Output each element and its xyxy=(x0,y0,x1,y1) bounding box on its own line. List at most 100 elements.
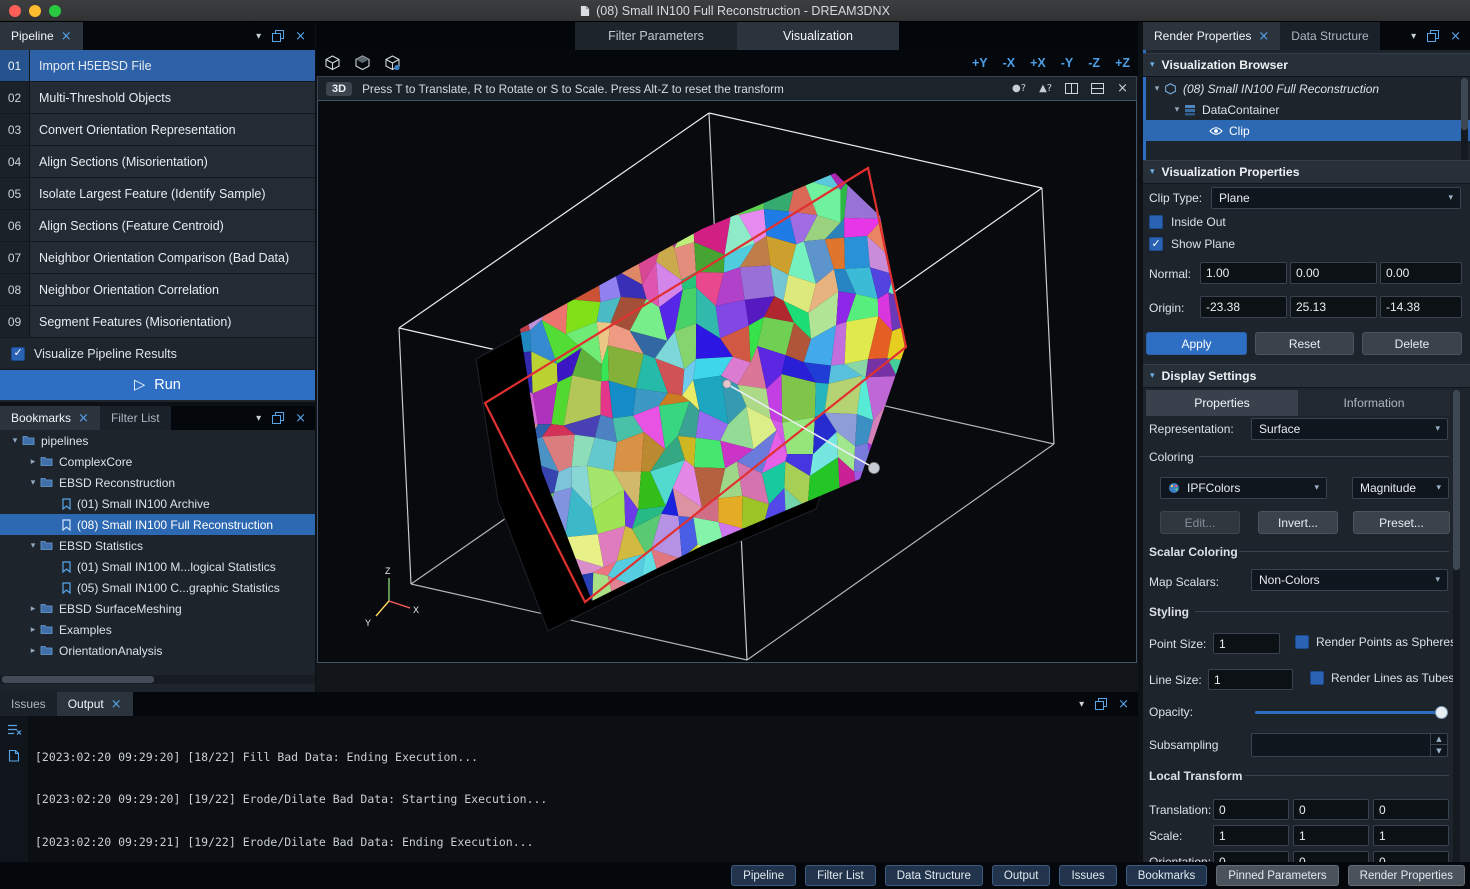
slider-thumb[interactable] xyxy=(1435,706,1448,719)
delete-button[interactable]: Delete xyxy=(1362,332,1462,355)
display-settings-scrollbar[interactable] xyxy=(1453,390,1460,862)
chevron-right-icon[interactable]: ▸ xyxy=(26,646,40,656)
chevron-right-icon[interactable]: ▸ xyxy=(26,457,40,467)
camera-projection-cube-icon[interactable] xyxy=(384,55,401,71)
undock-panel-icon[interactable] xyxy=(1095,698,1107,710)
split-vertical-icon[interactable] xyxy=(1065,83,1078,94)
axis-minus-z-button[interactable]: -Z xyxy=(1088,56,1100,70)
line-size-input[interactable] xyxy=(1208,669,1293,690)
undock-panel-icon[interactable] xyxy=(272,30,284,42)
clear-output-icon[interactable] xyxy=(7,723,22,736)
origin-z-input[interactable] xyxy=(1380,296,1462,318)
chevron-right-icon[interactable]: ▸ xyxy=(26,625,40,635)
tree-item-small-in100-archive[interactable]: (01) Small IN100 Archive xyxy=(0,493,315,514)
chevron-down-icon[interactable]: ▾ xyxy=(26,541,40,551)
show-plane-checkbox[interactable] xyxy=(1149,237,1163,251)
orientation-y-input[interactable] xyxy=(1293,851,1369,862)
translation-x-input[interactable] xyxy=(1213,799,1289,820)
pipeline-step[interactable]: 03Convert Orientation Representation xyxy=(0,114,315,146)
orientation-x-input[interactable] xyxy=(1213,851,1289,862)
axis-minus-x-button[interactable]: -X xyxy=(1003,56,1016,70)
visualize-results-row[interactable]: Visualize Pipeline Results xyxy=(0,338,315,370)
lines-as-tubes-checkbox[interactable] xyxy=(1310,671,1324,685)
split-horizontal-icon[interactable] xyxy=(1091,83,1104,94)
axis-plus-z-button[interactable]: +Z xyxy=(1115,56,1130,70)
tab-output[interactable]: Output × xyxy=(57,692,133,716)
visualize-results-checkbox[interactable] xyxy=(11,347,25,361)
normal-z-input[interactable] xyxy=(1380,262,1462,284)
pipeline-step[interactable]: 06Align Sections (Feature Centroid) xyxy=(0,210,315,242)
scale-y-input[interactable] xyxy=(1293,825,1369,846)
scale-z-input[interactable] xyxy=(1373,825,1449,846)
tree-item-ebsd-reconstruction[interactable]: ▾EBSD Reconstruction xyxy=(0,472,315,493)
chevron-down-icon[interactable]: ▾ xyxy=(1170,105,1184,115)
browser-node-datacontainer[interactable]: ▾ DataContainer xyxy=(1143,99,1470,120)
toggle-data-structure-button[interactable]: Data Structure xyxy=(885,865,983,886)
preset-colors-button[interactable]: Preset... xyxy=(1353,511,1450,534)
tree-item-morphological-statistics[interactable]: (01) Small IN100 M...logical Statistics xyxy=(0,556,315,577)
show-plane-row[interactable]: Show Plane xyxy=(1149,237,1235,251)
toggle-filter-list-button[interactable]: Filter List xyxy=(805,865,876,886)
save-output-icon[interactable] xyxy=(8,749,20,762)
minimize-window-icon[interactable] xyxy=(29,5,41,17)
toggle-issues-button[interactable]: Issues xyxy=(1059,865,1116,886)
normal-x-input[interactable] xyxy=(1200,262,1287,284)
chevron-down-icon[interactable]: ▾ xyxy=(26,478,40,488)
output-log[interactable]: [2023:02:20 09:29:20] [18/22] Fill Bad D… xyxy=(28,716,1138,862)
tab-display-properties[interactable]: Properties xyxy=(1146,390,1298,416)
toggle-pipeline-button[interactable]: Pipeline xyxy=(731,865,796,886)
tree-item-small-in100-full-reconstruction[interactable]: (08) Small IN100 Full Reconstruction xyxy=(0,514,315,535)
visualization-browser-header[interactable]: ▾ Visualization Browser xyxy=(1143,53,1470,77)
browser-node-clip[interactable]: Clip xyxy=(1143,120,1470,141)
close-tab-icon[interactable]: × xyxy=(78,412,89,425)
tree-item-ebsd-surfacemeshing[interactable]: ▸EBSD SurfaceMeshing xyxy=(0,598,315,619)
origin-x-input[interactable] xyxy=(1200,296,1287,318)
close-view-icon[interactable]: × xyxy=(1117,81,1128,96)
tree-item-examples[interactable]: ▸Examples xyxy=(0,619,315,640)
slider-track[interactable] xyxy=(1255,711,1445,714)
orientation-z-input[interactable] xyxy=(1373,851,1449,862)
render-lines-as-tubes-row[interactable]: Render Lines as Tubes xyxy=(1310,671,1454,685)
pipeline-step[interactable]: 05Isolate Largest Feature (Identify Samp… xyxy=(0,178,315,210)
origin-y-input[interactable] xyxy=(1290,296,1377,318)
render-viewport[interactable]: Z X Y xyxy=(317,100,1137,663)
pipeline-step[interactable]: 02Multi-Threshold Objects xyxy=(0,82,315,114)
tab-menu-icon[interactable]: ▾ xyxy=(256,31,261,42)
apply-button[interactable]: Apply xyxy=(1146,332,1247,355)
tab-issues[interactable]: Issues xyxy=(0,692,57,716)
render-points-as-spheres-row[interactable]: Render Points as Spheres xyxy=(1295,635,1456,649)
axis-plus-x-button[interactable]: +X xyxy=(1030,56,1046,70)
scale-x-input[interactable] xyxy=(1213,825,1289,846)
normal-y-input[interactable] xyxy=(1290,262,1377,284)
cell-query-icon[interactable]: ▲? xyxy=(1039,83,1052,94)
toggle-pinned-parameters-button[interactable]: Pinned Parameters xyxy=(1216,865,1338,886)
tab-menu-icon[interactable]: ▾ xyxy=(1079,699,1084,710)
map-scalars-dropdown[interactable]: Non-Colors ▾ xyxy=(1251,569,1448,591)
tree-item-orientationanalysis[interactable]: ▸OrientationAnalysis xyxy=(0,640,315,661)
representation-dropdown[interactable]: Surface ▾ xyxy=(1251,418,1448,440)
inside-out-checkbox[interactable] xyxy=(1149,215,1163,229)
close-panel-icon[interactable]: × xyxy=(295,30,306,43)
close-tab-icon[interactable]: × xyxy=(1258,30,1269,43)
point-size-input[interactable] xyxy=(1213,633,1280,654)
toggle-bookmarks-button[interactable]: Bookmarks xyxy=(1126,865,1208,886)
clip-type-dropdown[interactable]: Plane ▾ xyxy=(1211,187,1461,209)
invert-colors-button[interactable]: Invert... xyxy=(1258,511,1338,534)
horizontal-scrollbar[interactable] xyxy=(0,675,315,684)
close-panel-icon[interactable]: × xyxy=(295,412,306,425)
edit-colors-button[interactable]: Edit... xyxy=(1160,511,1240,534)
axis-plus-y-button[interactable]: +Y xyxy=(972,56,988,70)
visualization-properties-header[interactable]: ▾ Visualization Properties xyxy=(1143,160,1470,184)
close-panel-icon[interactable]: × xyxy=(1118,698,1129,711)
close-tab-icon[interactable]: × xyxy=(111,698,122,711)
scrollbar-thumb[interactable] xyxy=(1461,78,1468,130)
tab-bookmarks[interactable]: Bookmarks × xyxy=(0,406,100,430)
pipeline-step[interactable]: 04Align Sections (Misorientation) xyxy=(0,146,315,178)
tab-pipeline[interactable]: Pipeline × xyxy=(0,22,83,50)
chevron-down-icon[interactable]: ▾ xyxy=(1150,84,1164,94)
tree-item-complexcore[interactable]: ▸ComplexCore xyxy=(0,451,315,472)
tab-render-properties[interactable]: Render Properties × xyxy=(1143,22,1280,50)
axis-minus-y-button[interactable]: -Y xyxy=(1061,56,1074,70)
tab-data-structure[interactable]: Data Structure xyxy=(1280,22,1379,50)
tab-display-information[interactable]: Information xyxy=(1298,390,1450,416)
